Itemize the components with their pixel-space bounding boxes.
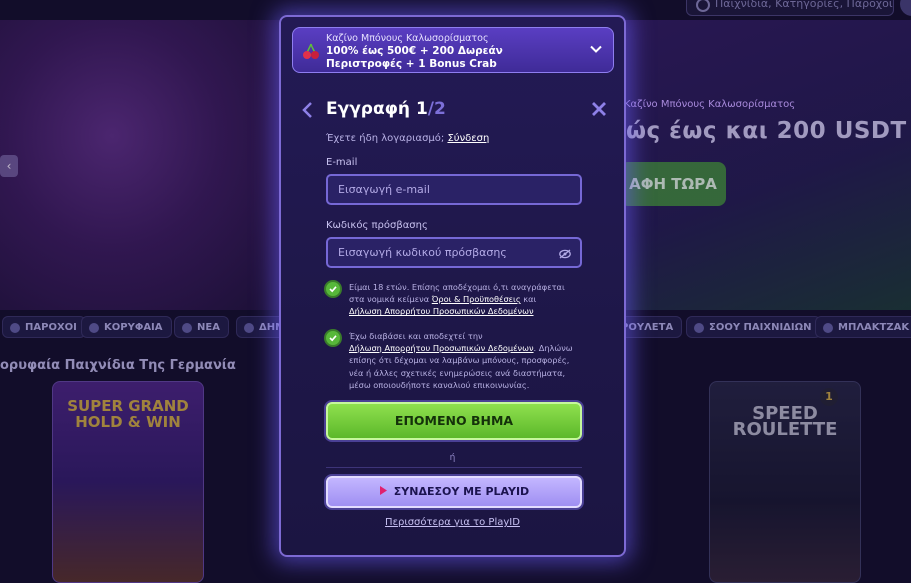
section-title: ορυφαία Παιχνίδια Της Γερμανία bbox=[0, 358, 236, 373]
providers-icon bbox=[10, 323, 20, 333]
bonus-subtitle: Καζίνο Μπόνους Καλωσορίσματος bbox=[326, 33, 489, 44]
next-step-button[interactable]: ΕΠΟΜΕΝΟ ΒΗΜΑ bbox=[326, 402, 582, 440]
game-card-badge: 1 bbox=[820, 388, 838, 406]
chevron-down-icon bbox=[590, 45, 602, 53]
modal-header: Εγγραφή 1/2 bbox=[301, 99, 607, 123]
carousel-prev-icon[interactable]: ‹ bbox=[0, 155, 18, 177]
bonus-selector[interactable]: Καζίνο Μπόνους Καλωσορίσματος 100% έως 5… bbox=[292, 27, 614, 73]
trophy-icon bbox=[89, 323, 99, 333]
avatar[interactable] bbox=[900, 0, 911, 16]
blackjack-icon bbox=[823, 323, 833, 333]
category-pill-providers[interactable]: ΠΑΡΟΧΟΙ bbox=[2, 316, 86, 338]
bonus-title: 100% έως 500€ + 200 Δωρεάν Περιστροφές +… bbox=[326, 45, 503, 70]
terms-link[interactable]: Όροι & Προϋποθέσεις bbox=[432, 294, 521, 304]
terms-consent-text: Είμαι 18 ετών. Επίσης αποδέχομαι ό,τι αν… bbox=[349, 282, 565, 317]
email-label: E-mail bbox=[326, 157, 358, 168]
email-field[interactable] bbox=[326, 174, 582, 205]
search-input[interactable]: Παιχνίδια, Κατηγορίες, Πάροχοι bbox=[686, 0, 894, 16]
marketing-checkbox[interactable] bbox=[326, 331, 340, 345]
check-icon bbox=[329, 286, 337, 293]
hero-banner-left bbox=[0, 20, 280, 310]
game-show-icon bbox=[694, 323, 704, 333]
password-label: Κωδικός πρόσβασης bbox=[326, 220, 428, 231]
popular-icon bbox=[244, 323, 254, 333]
close-icon[interactable] bbox=[591, 101, 607, 117]
game-card-super-grand[interactable]: SUPER GRAND HOLD & WIN bbox=[52, 381, 204, 583]
privacy-link[interactable]: Δήλωση Απορρήτου Προσωπικών Δεδομένων bbox=[349, 306, 534, 316]
category-pill-new[interactable]: ΝΕΑ bbox=[174, 316, 229, 338]
category-pill-game-shows[interactable]: ΣΟΟΥ ΠΑΙΧΝΙΔΙΩΝ bbox=[686, 316, 821, 338]
registration-modal: Καζίνο Μπόνους Καλωσορίσματος 100% έως 5… bbox=[279, 15, 626, 557]
new-icon bbox=[182, 323, 192, 333]
playid-info-link[interactable]: Περισσότερα για το PlayID bbox=[281, 517, 624, 528]
playid-login-button[interactable]: ΣΥΝΔΕΣΟΥ ΜΕ PLAYID bbox=[326, 476, 582, 508]
divider bbox=[326, 467, 582, 468]
banner-title: ώς έως και 200 USDT bbox=[626, 118, 907, 144]
search-placeholder: Παιχνίδια, Κατηγορίες, Πάροχοι bbox=[715, 0, 893, 10]
login-link[interactable]: Σύνδεση bbox=[447, 133, 489, 144]
check-icon bbox=[329, 335, 337, 342]
category-pill-top[interactable]: ΚΟΡΥΦΑΙΑ bbox=[81, 316, 172, 338]
password-field[interactable] bbox=[326, 237, 582, 268]
game-card-speed-roulette[interactable]: 1 SPEED ROULETTE bbox=[709, 381, 861, 583]
marketing-consent-text: Έχω διαβάσει και αποδεχτεί την Δήλωση Απ… bbox=[349, 331, 573, 390]
back-arrow-icon[interactable] bbox=[301, 102, 315, 118]
or-divider: ή bbox=[449, 453, 456, 463]
playid-icon bbox=[379, 486, 387, 495]
terms-checkbox[interactable] bbox=[326, 282, 340, 296]
search-icon bbox=[696, 0, 710, 12]
game-card-title: SPEED ROULETTE bbox=[732, 403, 838, 440]
banner-cta-button[interactable]: ΑΦΗ ΤΩΡΑ bbox=[620, 162, 726, 206]
category-pill-blackjack[interactable]: ΜΠΛΑΚΤΖΑΚ bbox=[815, 316, 911, 338]
step-indicator: /2 bbox=[427, 99, 446, 119]
cherry-icon bbox=[303, 43, 319, 59]
modal-title: Εγγραφή 1/2 bbox=[326, 99, 446, 119]
privacy-link[interactable]: Δήλωση Απορρήτου Προσωπικών Δεδομένων bbox=[349, 343, 534, 353]
game-card-title: SUPER GRAND HOLD & WIN bbox=[67, 397, 189, 431]
banner-tag: Καζίνο Μπόνους Καλωσορίσματος bbox=[624, 99, 796, 110]
have-account-text: Έχετε ήδη λογαριασμό; Σύνδεση bbox=[326, 133, 490, 144]
eye-off-icon[interactable] bbox=[559, 249, 571, 259]
